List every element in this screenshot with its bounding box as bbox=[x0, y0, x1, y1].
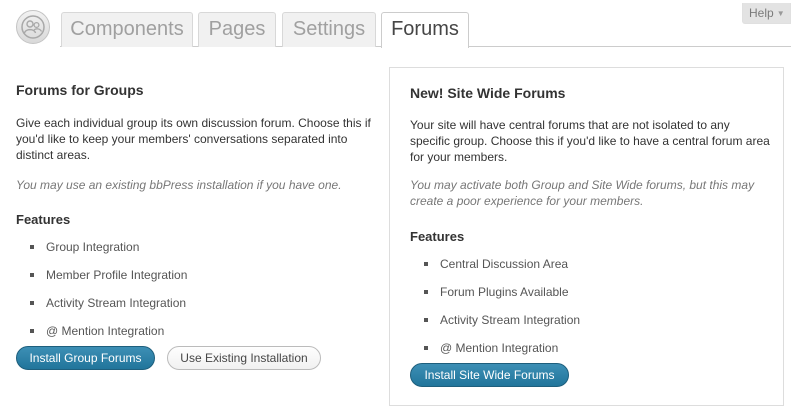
list-item: Group Integration bbox=[16, 239, 376, 267]
tab-forums[interactable]: Forums bbox=[381, 12, 469, 48]
site-forums-note: You may activate both Group and Site Wid… bbox=[410, 178, 755, 208]
group-forums-title: Forums for Groups bbox=[16, 82, 144, 98]
site-features-heading: Features bbox=[410, 229, 465, 244]
list-item: Forum Plugins Available bbox=[410, 284, 783, 312]
chevron-down-icon: ▼ bbox=[776, 9, 785, 18]
site-forums-panel: New! Site Wide Forums Your site will hav… bbox=[389, 67, 784, 406]
site-forums-title: New! Site Wide Forums bbox=[410, 85, 566, 101]
group-forums-description: Give each individual group its own discu… bbox=[16, 116, 371, 162]
group-forums-section: Forums for Groups Give each individual g… bbox=[16, 82, 376, 351]
group-features-heading: Features bbox=[16, 212, 71, 227]
list-item: Activity Stream Integration bbox=[16, 295, 376, 323]
group-features-list: Group Integration Member Profile Integra… bbox=[16, 239, 376, 351]
site-forums-description: Your site will have central forums that … bbox=[410, 118, 770, 164]
tab-components[interactable]: Components bbox=[61, 12, 193, 47]
buddypress-logo-icon bbox=[16, 10, 50, 44]
site-features-list: Central Discussion Area Forum Plugins Av… bbox=[410, 256, 783, 368]
use-existing-installation-button[interactable]: Use Existing Installation bbox=[167, 346, 321, 370]
list-item: Activity Stream Integration bbox=[410, 312, 783, 340]
admin-header: Components Pages Settings Forums Help ▼ bbox=[0, 0, 791, 48]
help-label: Help bbox=[749, 6, 774, 20]
list-item: Central Discussion Area bbox=[410, 256, 783, 284]
group-forums-note: You may use an existing bbPress installa… bbox=[16, 178, 342, 192]
install-site-wide-forums-button[interactable]: Install Site Wide Forums bbox=[410, 363, 569, 387]
install-group-forums-button[interactable]: Install Group Forums bbox=[16, 346, 155, 370]
tab-settings[interactable]: Settings bbox=[282, 12, 376, 47]
list-item: Member Profile Integration bbox=[16, 267, 376, 295]
help-button[interactable]: Help ▼ bbox=[742, 3, 791, 24]
tab-pages[interactable]: Pages bbox=[198, 12, 276, 47]
